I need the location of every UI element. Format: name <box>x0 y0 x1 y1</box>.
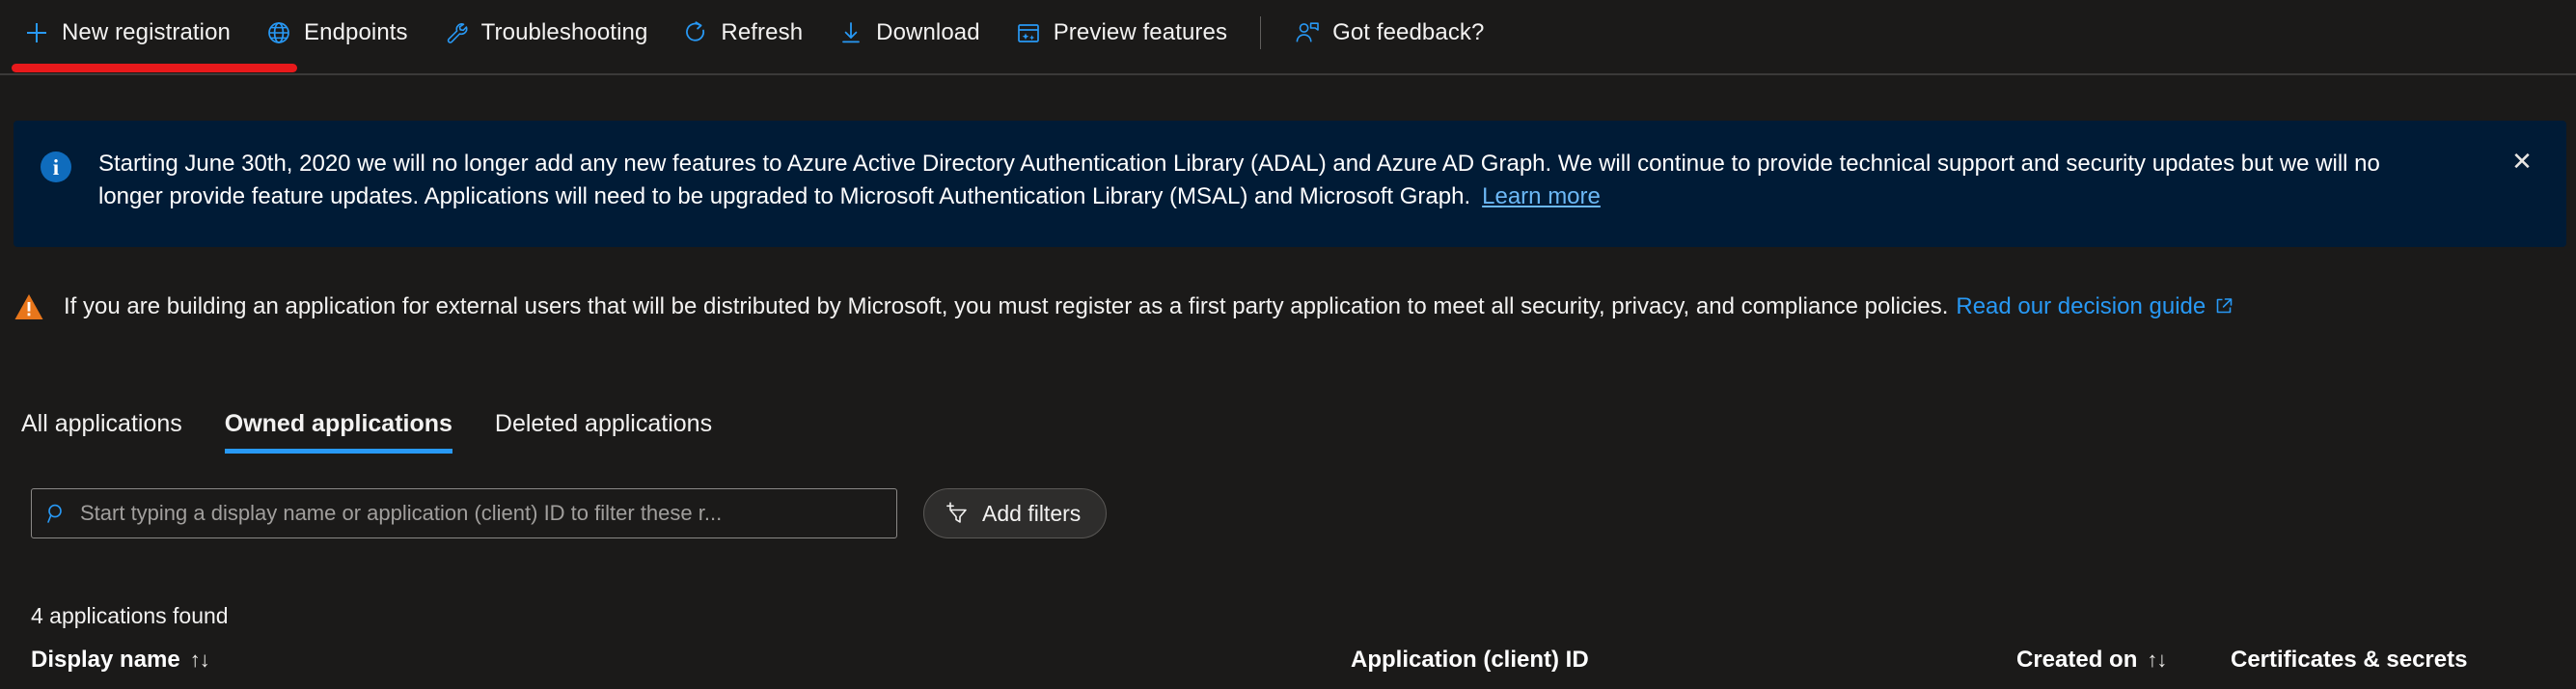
tab-deleted-applications[interactable]: Deleted applications <box>474 410 733 454</box>
tab-deleted-applications-label: Deleted applications <box>495 410 712 437</box>
search-input[interactable] <box>80 501 883 526</box>
feedback-person-icon <box>1294 19 1321 46</box>
command-bar-divider <box>0 73 2576 75</box>
banner-close-icon[interactable]: ✕ <box>2503 142 2541 180</box>
add-filter-icon <box>944 500 971 527</box>
sort-arrows-icon: ↑↓ <box>2147 648 2166 673</box>
new-registration-button[interactable]: New registration <box>14 8 248 58</box>
column-header-created-on[interactable]: Created on ↑↓ <box>2016 647 2166 674</box>
refresh-icon <box>682 19 709 46</box>
learn-more-link[interactable]: Learn more <box>1482 183 1601 209</box>
warning-triangle-icon <box>14 292 44 321</box>
tab-owned-applications-label: Owned applications <box>225 410 452 437</box>
external-link-icon <box>2213 295 2234 317</box>
refresh-label: Refresh <box>721 19 803 46</box>
wrench-icon <box>443 19 470 46</box>
command-bar-separator <box>1260 16 1261 49</box>
new-registration-annotation-highlight <box>12 64 297 72</box>
endpoints-label: Endpoints <box>304 19 408 46</box>
search-icon <box>45 502 69 525</box>
column-header-certificates-secrets: Certificates & secrets <box>2231 647 2467 674</box>
read-decision-guide-link[interactable]: Read our decision guide <box>1956 293 2206 319</box>
tab-all-applications[interactable]: All applications <box>14 410 204 454</box>
column-header-display-name[interactable]: Display name ↑↓ <box>31 647 209 674</box>
tab-all-applications-label: All applications <box>21 410 182 437</box>
first-party-warning-text-block: If you are building an application for e… <box>64 291 2234 321</box>
download-icon <box>837 19 864 46</box>
new-registration-label: New registration <box>62 19 231 46</box>
info-icon: i <box>41 152 71 182</box>
column-header-application-client-id: Application (client) ID <box>1351 647 1589 674</box>
column-header-created-on-label: Created on <box>2016 647 2137 674</box>
column-header-certificates-secrets-label: Certificates & secrets <box>2231 647 2467 674</box>
add-filters-label: Add filters <box>982 501 1081 527</box>
filter-row: Add filters <box>31 488 1107 538</box>
troubleshooting-label: Troubleshooting <box>481 19 648 46</box>
search-box[interactable] <box>31 488 897 538</box>
command-bar: New registration Endpoints Troubleshooti… <box>0 0 2576 66</box>
endpoints-button[interactable]: Endpoints <box>248 8 425 58</box>
tab-owned-applications[interactable]: Owned applications <box>204 410 474 454</box>
troubleshooting-button[interactable]: Troubleshooting <box>425 8 666 58</box>
preview-features-icon <box>1015 19 1042 46</box>
applications-table-header: Display name ↑↓ Application (client) ID … <box>0 647 2576 689</box>
first-party-warning-row: If you are building an application for e… <box>14 291 2561 321</box>
got-feedback-button[interactable]: Got feedback? <box>1276 8 1501 58</box>
info-icon-wrapper: i <box>14 148 98 182</box>
got-feedback-label: Got feedback? <box>1332 19 1484 46</box>
preview-features-label: Preview features <box>1054 19 1227 46</box>
column-header-display-name-label: Display name <box>31 647 180 674</box>
results-count-label: 4 applications found <box>31 603 229 629</box>
first-party-warning-text: If you are building an application for e… <box>64 293 1948 319</box>
adal-banner-text-block: Starting June 30th, 2020 we will no long… <box>98 148 2501 213</box>
sort-arrows-icon: ↑↓ <box>190 648 209 673</box>
adal-banner-message: Starting June 30th, 2020 we will no long… <box>98 151 2380 209</box>
download-label: Download <box>876 19 980 46</box>
preview-features-button[interactable]: Preview features <box>998 8 1245 58</box>
adal-deprecation-banner: i Starting June 30th, 2020 we will no lo… <box>14 121 2566 247</box>
add-filters-button[interactable]: Add filters <box>923 488 1107 538</box>
refresh-button[interactable]: Refresh <box>665 8 820 58</box>
plus-icon <box>23 19 50 46</box>
download-button[interactable]: Download <box>820 8 998 58</box>
globe-icon <box>265 19 292 46</box>
applications-tab-strip: All applications Owned applications Dele… <box>14 394 733 454</box>
column-header-application-client-id-label: Application (client) ID <box>1351 647 1589 674</box>
